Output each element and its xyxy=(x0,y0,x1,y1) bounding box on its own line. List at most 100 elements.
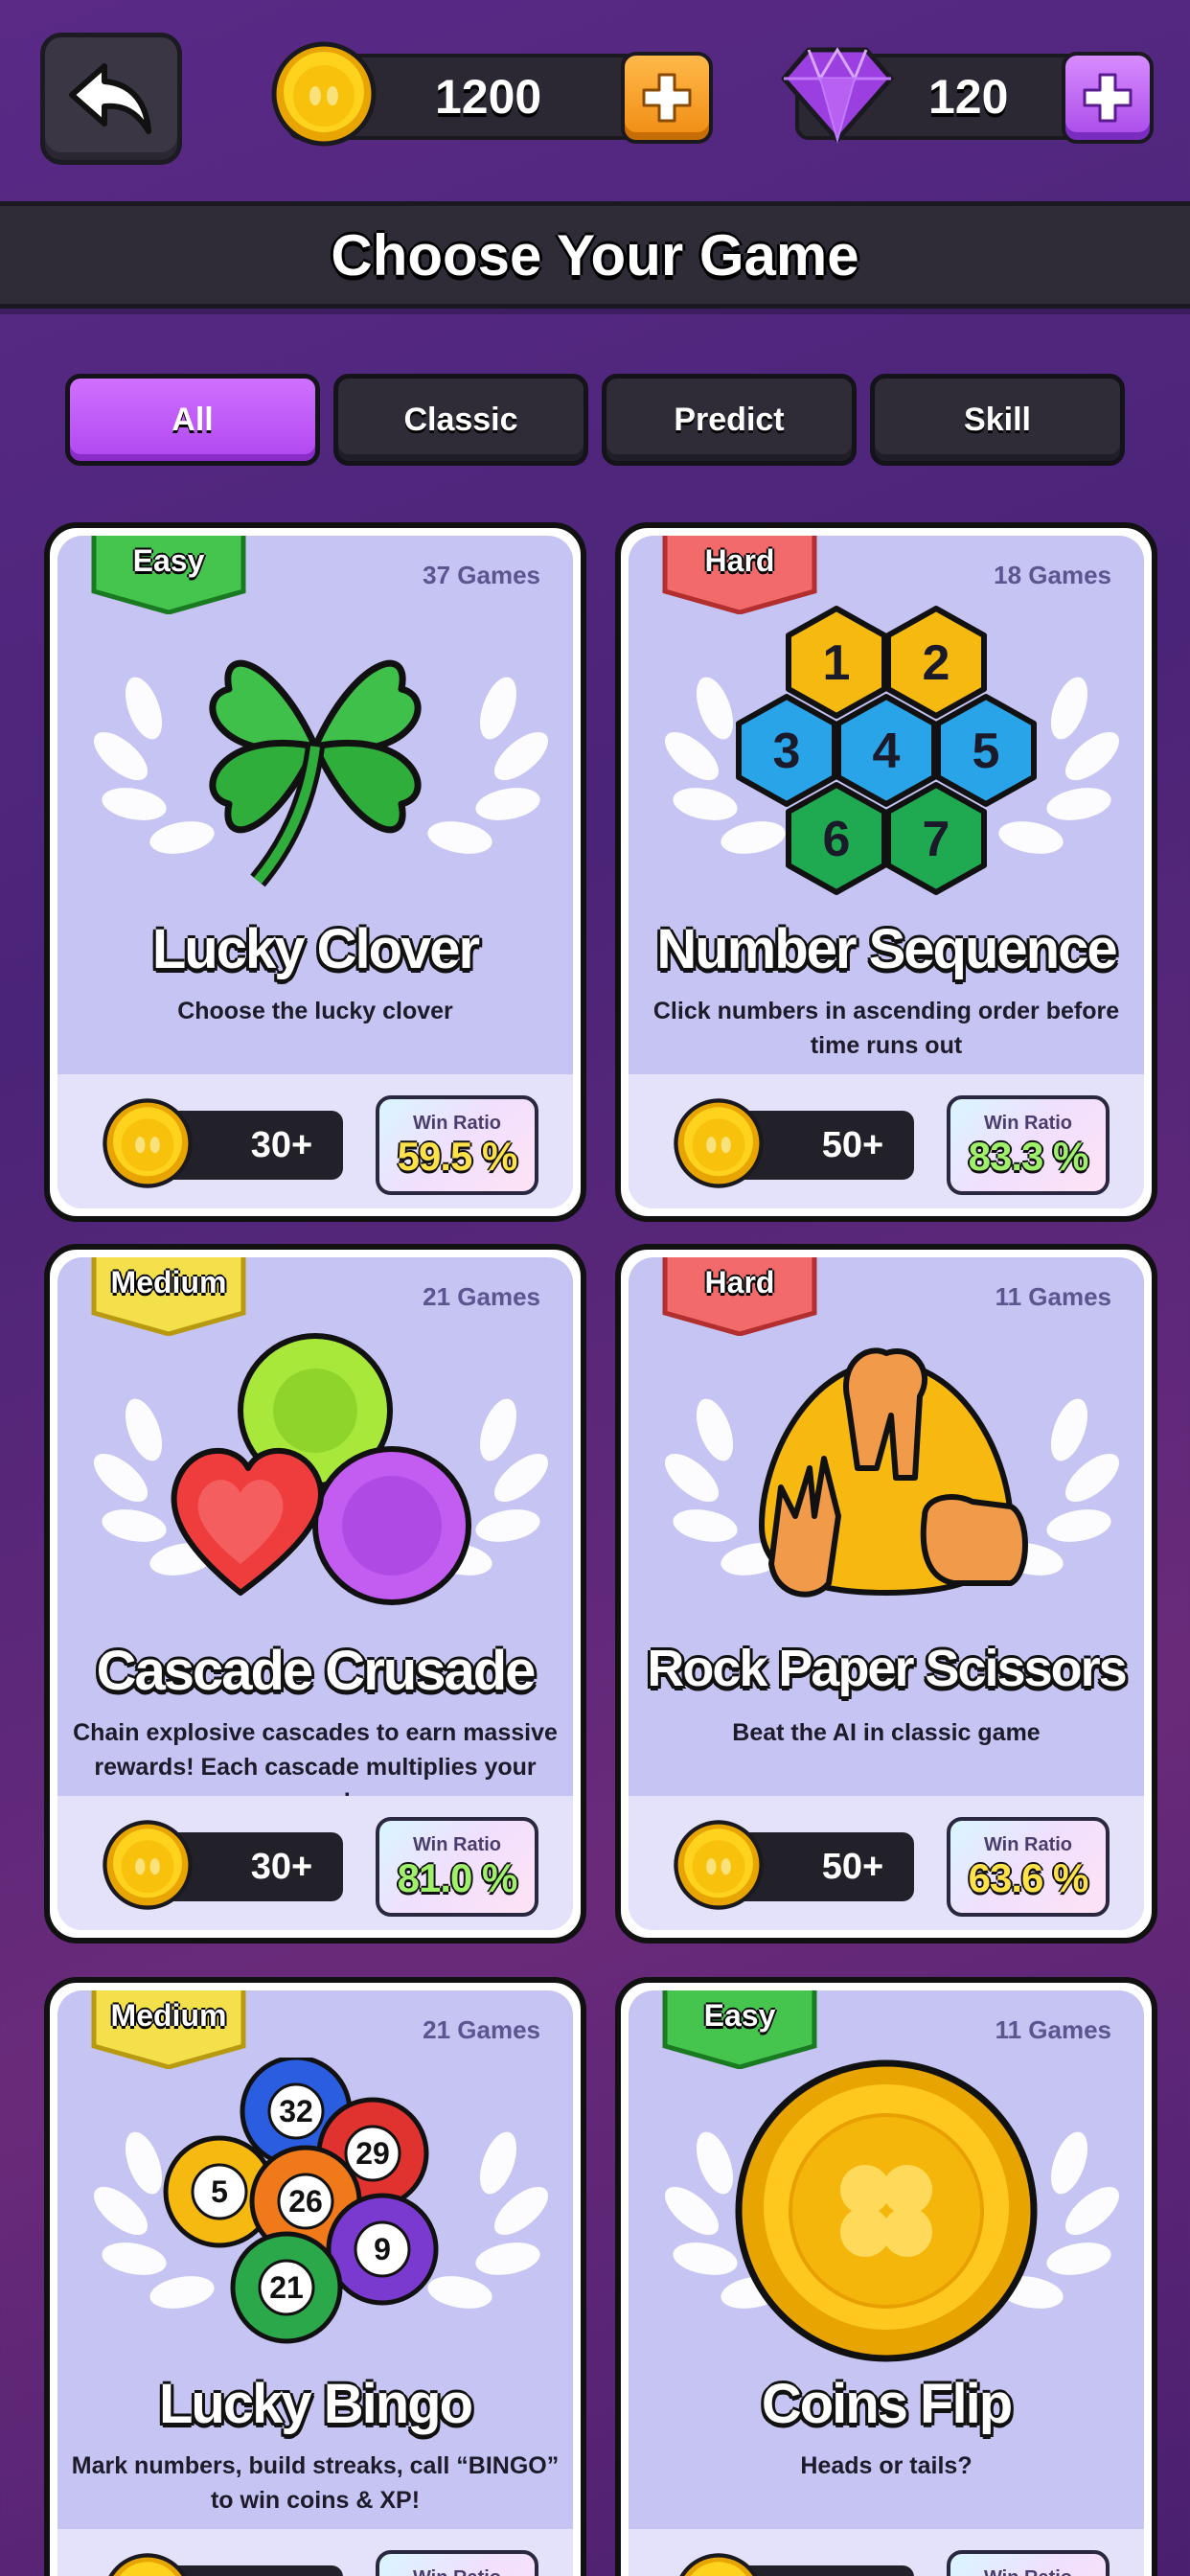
tab-skill[interactable]: Skill xyxy=(870,374,1125,466)
entry-fee: 50+ xyxy=(674,1820,914,1910)
gem-icon xyxy=(781,47,894,144)
tab-classic[interactable]: Classic xyxy=(333,374,588,466)
games-count: 21 Games xyxy=(423,1282,540,1311)
hex-number: 6 xyxy=(823,812,851,867)
entry-fee: 30+ xyxy=(103,1820,343,1910)
category-tabs: All Classic Predict Skill xyxy=(65,374,1125,466)
game-card-coins-flip[interactable]: Easy 11 Games Coins Flip Heads or tails?… xyxy=(615,1977,1157,2576)
add-coins-button[interactable] xyxy=(621,52,713,144)
games-count: 11 Games xyxy=(995,2015,1111,2044)
back-button[interactable] xyxy=(40,33,182,165)
win-ratio-value: 83.3 % xyxy=(968,1134,1089,1179)
bingo-ball-number: 29 xyxy=(355,2136,390,2171)
game-card-number-sequence[interactable]: 1 2 3 4 5 6 7 Hard 18 Games Number Seque… xyxy=(615,522,1157,1222)
card-footer: 50+ Win Ratio 63.6 % xyxy=(629,1796,1144,1930)
bingo-ball-number: 26 xyxy=(288,2184,323,2219)
game-description: Mark numbers, build streaks, call “BINGO… xyxy=(71,2452,560,2514)
title-bar: Choose Your Game xyxy=(0,201,1190,309)
coin-icon xyxy=(674,1820,764,1910)
win-ratio-box: Win Ratio xyxy=(376,2550,538,2576)
card-footer: 50+ Win Ratio 83.3 % xyxy=(629,1074,1144,1208)
win-ratio-label: Win Ratio xyxy=(983,1113,1073,1134)
hex-number: 3 xyxy=(773,724,801,779)
win-ratio-box: Win Ratio xyxy=(947,2550,1110,2576)
bingo-balls-icon: 32 29 5 26 9 21 xyxy=(163,2058,439,2344)
game-description: Choose the lucky clover xyxy=(177,998,453,1024)
entry-fee xyxy=(679,2553,914,2576)
games-count: 11 Games xyxy=(995,1282,1111,1311)
game-card-lucky-clover[interactable]: Easy 37 Games Lucky Clover Choose the lu… xyxy=(44,522,586,1222)
game-description: Beat the AI in classic game xyxy=(732,1719,1041,1746)
candy-gems-icon xyxy=(171,1333,471,1605)
hand-gestures-icon xyxy=(759,1347,1028,1598)
bingo-ball-number: 5 xyxy=(211,2174,228,2209)
bingo-ball-number: 9 xyxy=(374,2232,391,2266)
rock-paper-scissors-art xyxy=(629,1324,1144,1612)
back-arrow-icon xyxy=(69,63,151,134)
game-title: Lucky Clover xyxy=(151,918,480,980)
game-title: Number Sequence xyxy=(656,918,1117,980)
gold-coin-icon xyxy=(735,2059,1038,2362)
coin-icon xyxy=(679,2553,758,2576)
entry-fee-value: 30+ xyxy=(250,1125,313,1165)
coin-icon xyxy=(271,41,377,147)
coin-icon xyxy=(103,1098,193,1188)
entry-fee: 50+ xyxy=(674,1098,914,1188)
hex-number: 1 xyxy=(823,635,851,691)
game-title: Cascade Crusade xyxy=(96,1640,537,1702)
game-title: Lucky Bingo xyxy=(158,2373,473,2435)
number-hexagons-icon: 1 2 3 4 5 6 7 xyxy=(728,603,1044,900)
win-ratio-label: Win Ratio xyxy=(412,1834,502,1855)
page-title: Choose Your Game xyxy=(331,222,859,288)
bingo-ball-number: 21 xyxy=(269,2270,304,2305)
win-ratio-box: Win Ratio 59.5 % xyxy=(376,1095,538,1195)
hex-number: 4 xyxy=(873,724,901,779)
win-ratio-box: Win Ratio 63.6 % xyxy=(947,1817,1110,1917)
four-leaf-clover-icon xyxy=(209,659,422,887)
add-gems-button[interactable] xyxy=(1062,52,1154,144)
game-description: Heads or tails? xyxy=(800,2452,973,2479)
game-title: Rock Paper Scissors xyxy=(647,1640,1127,1697)
game-title: Coins Flip xyxy=(761,2373,1013,2435)
games-count: 37 Games xyxy=(423,561,540,589)
tab-predict[interactable]: Predict xyxy=(602,374,857,466)
difficulty-label: Medium xyxy=(110,1265,227,1300)
entry-fee xyxy=(108,2553,343,2576)
game-description: Click numbers in ascending order before … xyxy=(652,998,1120,1059)
difficulty-label: Easy xyxy=(132,543,205,578)
plus-icon xyxy=(1083,73,1133,123)
coin-balance: 1200 xyxy=(271,41,713,147)
number-sequence-art: 1 2 3 4 5 6 7 xyxy=(629,603,1144,890)
coin-icon xyxy=(108,2553,187,2576)
entry-fee-value: 50+ xyxy=(821,1125,884,1165)
game-card-rock-paper-scissors[interactable]: Hard 11 Games Rock Paper Scissors Beat t… xyxy=(615,1244,1157,1944)
win-ratio-label: Win Ratio xyxy=(950,2567,1106,2576)
win-ratio-box: Win Ratio 83.3 % xyxy=(947,1095,1110,1195)
entry-fee-value: 30+ xyxy=(250,1847,313,1887)
gem-amount: 120 xyxy=(928,70,1009,124)
win-ratio-value: 59.5 % xyxy=(397,1134,518,1179)
top-bar: 1200 120 xyxy=(0,0,1190,192)
game-card-cascade-crusade[interactable]: Medium 21 Games Cascade Crusade Chain ex… xyxy=(44,1244,586,1944)
card-footer: 30+ Win Ratio 59.5 % xyxy=(57,1074,573,1208)
coins-flip-art xyxy=(629,2058,1144,2362)
difficulty-label: Easy xyxy=(703,1998,776,2033)
entry-fee: 30+ xyxy=(103,1098,343,1188)
win-ratio-label: Win Ratio xyxy=(983,1834,1073,1855)
win-ratio-box: Win Ratio 81.0 % xyxy=(376,1817,538,1917)
card-footer: Win Ratio xyxy=(57,2529,573,2576)
game-card-lucky-bingo[interactable]: 32 29 5 26 9 21 Medium 21 Games Lucky Bi… xyxy=(44,1977,586,2576)
tab-all[interactable]: All xyxy=(65,374,320,466)
difficulty-label: Medium xyxy=(110,1998,227,2033)
games-count: 18 Games xyxy=(994,561,1111,589)
cascade-crusade-art xyxy=(57,1324,573,1612)
win-ratio-value: 63.6 % xyxy=(968,1855,1089,1900)
card-footer: Win Ratio xyxy=(629,2529,1144,2576)
entry-fee-value: 50+ xyxy=(821,1847,884,1887)
coin-icon xyxy=(674,1098,764,1188)
lucky-bingo-art: 32 29 5 26 9 21 xyxy=(57,2058,573,2345)
win-ratio-label: Win Ratio xyxy=(379,2567,535,2576)
card-footer: 30+ Win Ratio 81.0 % xyxy=(57,1796,573,1930)
games-count: 21 Games xyxy=(423,2015,540,2044)
bingo-ball-number: 32 xyxy=(279,2094,313,2128)
